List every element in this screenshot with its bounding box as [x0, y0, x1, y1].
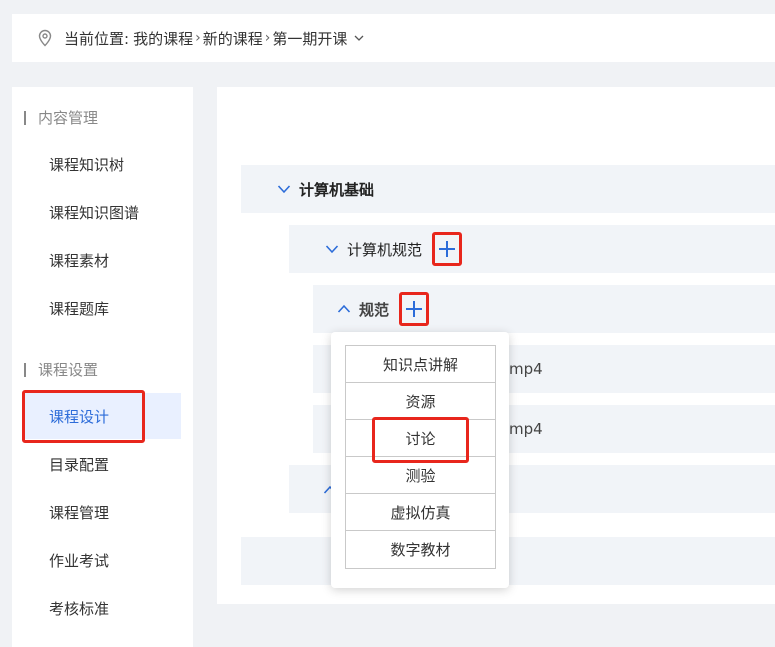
- menu-item-knowledge-point[interactable]: 知识点讲解: [346, 346, 495, 383]
- sidebar-item-label: 作业考试: [49, 551, 110, 570]
- sidebar-item-knowledge-graph[interactable]: 课程知识图谱: [12, 189, 193, 235]
- sidebar-item-label: 课程题库: [49, 299, 110, 318]
- add-child-button[interactable]: [432, 232, 463, 266]
- add-type-menu: 知识点讲解 资源 讨论 测验 虚拟仿真 数字教材: [331, 332, 509, 588]
- sidebar-section-content: 内容管理: [24, 107, 98, 128]
- breadcrumb-item-new-course[interactable]: 新的课程: [203, 28, 263, 49]
- menu-item-simulation[interactable]: 虚拟仿真: [346, 494, 495, 531]
- menu-item-discussion[interactable]: 讨论: [346, 420, 495, 457]
- plus-icon: [406, 301, 423, 317]
- chevron-right-icon: ›: [195, 30, 201, 46]
- chevron-down-icon[interactable]: [277, 182, 291, 196]
- sidebar-item-label: 课程管理: [49, 503, 110, 522]
- location-pin-icon: [38, 29, 52, 47]
- sidebar-item-course-design[interactable]: 课程设计: [24, 393, 181, 439]
- sidebar: 内容管理 课程知识树 课程知识图谱 课程素材 课程题库 课程设置 课程设计 目录…: [12, 87, 193, 647]
- sidebar-item-label: 课程素材: [49, 251, 110, 270]
- plus-icon: [439, 241, 456, 257]
- tree-node-level2[interactable]: 计算机规范: [289, 225, 775, 273]
- tree-node-level1[interactable]: 计算机基础: [241, 165, 775, 213]
- section-bar: [24, 362, 26, 377]
- add-child-button[interactable]: [399, 292, 430, 326]
- sidebar-item-label: 课程设计: [49, 407, 110, 426]
- breadcrumb-item-my-courses[interactable]: 我的课程: [133, 28, 193, 49]
- sidebar-item-label: 目录配置: [49, 455, 110, 474]
- chevron-down-icon[interactable]: [325, 242, 339, 256]
- chevron-right-icon: ›: [264, 30, 271, 46]
- chevron-down-icon[interactable]: [353, 32, 365, 44]
- menu-item-digital-textbook[interactable]: 数字教材: [346, 531, 495, 568]
- breadcrumb-item-session[interactable]: 第一期开课: [272, 28, 347, 49]
- sidebar-item-label: 课程知识树: [49, 155, 125, 174]
- file-name-suffix: mp4: [509, 420, 543, 438]
- add-type-list: 知识点讲解 资源 讨论 测验 虚拟仿真 数字教材: [345, 345, 496, 569]
- section-bar: [24, 110, 26, 125]
- menu-item-quiz[interactable]: 测验: [346, 457, 495, 494]
- file-name-suffix: mp4: [509, 360, 543, 378]
- sidebar-item-question-bank[interactable]: 课程题库: [12, 285, 193, 331]
- sidebar-item-materials[interactable]: 课程素材: [12, 237, 193, 283]
- sidebar-item-homework-exams[interactable]: 作业考试: [12, 537, 193, 583]
- sidebar-item-course-management[interactable]: 课程管理: [12, 489, 193, 535]
- tree-node-label: 计算机基础: [299, 180, 375, 199]
- tree-node-label: 计算机规范: [347, 240, 423, 259]
- sidebar-item-label: 考核标准: [49, 599, 110, 618]
- tree-node-label: 规范: [359, 300, 390, 319]
- sidebar-item-label: 课程知识图谱: [49, 203, 140, 222]
- chevron-up-icon[interactable]: [337, 302, 351, 316]
- sidebar-item-catalog-config[interactable]: 目录配置: [12, 441, 193, 487]
- menu-item-resource[interactable]: 资源: [346, 383, 495, 420]
- sidebar-section-label: 课程设置: [38, 361, 99, 379]
- tree-node-level3[interactable]: 规范: [313, 285, 775, 333]
- sidebar-section-settings: 课程设置: [24, 359, 98, 380]
- sidebar-item-knowledge-tree[interactable]: 课程知识树: [12, 141, 193, 187]
- sidebar-section-label: 内容管理: [38, 109, 99, 127]
- breadcrumb-prefix: 当前位置:: [64, 29, 130, 48]
- sidebar-item-assessment[interactable]: 考核标准: [12, 585, 193, 631]
- breadcrumb-bar: 当前位置: 我的课程 › 新的课程 › 第一期开课: [12, 14, 775, 62]
